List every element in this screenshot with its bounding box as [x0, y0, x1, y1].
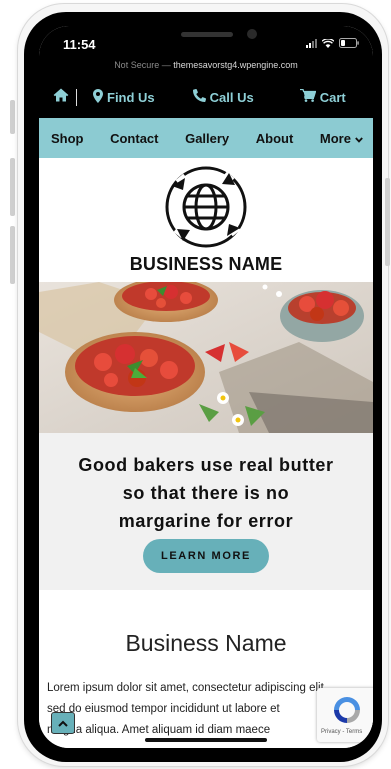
- nav-item-shop[interactable]: Shop: [51, 131, 84, 146]
- cart-icon: [299, 88, 317, 105]
- wifi-icon: [322, 38, 334, 48]
- phone-silent-switch: [10, 100, 15, 134]
- nav-more-label: More: [319, 130, 351, 146]
- phone-screen: 11:54 Not Secure — themesavorstg4.wpengi…: [39, 26, 373, 748]
- battery-icon: [339, 38, 359, 48]
- cart-label: Cart: [319, 89, 346, 105]
- notch: [111, 26, 301, 50]
- hero-tagline: Good bakers use real butter so that ther…: [49, 451, 363, 535]
- hero-tagline-section: Good bakers use real butter so that ther…: [39, 433, 373, 590]
- logo-area: BUSINESS NAME: [39, 158, 373, 282]
- learn-more-button[interactable]: LEARN MORE: [143, 539, 269, 573]
- nav-item-gallery[interactable]: Gallery: [185, 131, 229, 146]
- call-us-label: Call Us: [209, 89, 254, 105]
- status-bar: 11:54: [39, 26, 373, 54]
- nav-item-about[interactable]: About: [256, 131, 294, 146]
- globe-icon[interactable]: [163, 164, 249, 255]
- not-secure-label: Not Secure —: [114, 60, 171, 70]
- address-bar[interactable]: Not Secure — themesavorstg4.wpengine.com: [39, 54, 373, 76]
- top-action-bar: Find Us Call Us Cart: [39, 76, 373, 118]
- status-icons: [306, 38, 359, 48]
- phone-icon: [192, 88, 206, 105]
- main-nav: Shop Contact Gallery About More: [39, 118, 373, 158]
- url-domain: themesavorstg4.wpengine.com: [173, 60, 298, 70]
- find-us-label: Find Us: [107, 89, 155, 105]
- phone-power-button: [385, 178, 390, 266]
- status-time: 11:54: [63, 37, 96, 52]
- phone-volume-down: [10, 226, 15, 284]
- nav-item-contact[interactable]: Contact: [110, 131, 158, 146]
- recaptcha-icon: [331, 694, 363, 731]
- home-indicator[interactable]: [145, 738, 267, 742]
- home-separator: [75, 89, 77, 106]
- find-us-link[interactable]: Find Us: [93, 76, 155, 118]
- cart-link[interactable]: Cart: [299, 76, 346, 118]
- phone-volume-up: [10, 158, 15, 216]
- nav-item-more[interactable]: More: [320, 131, 363, 146]
- tagline-line-3: margarine for error: [118, 511, 294, 531]
- home-icon: [53, 88, 69, 107]
- hero-image-strawberry-tarts: [39, 282, 373, 433]
- map-marker-icon: [93, 88, 103, 106]
- scroll-to-top-button[interactable]: [51, 712, 75, 734]
- signal-icon: [306, 38, 317, 48]
- chevron-down-icon: [355, 131, 363, 146]
- recaptcha-terms[interactable]: Privacy - Terms: [321, 729, 362, 735]
- speaker-grille: [181, 32, 233, 37]
- call-us-link[interactable]: Call Us: [192, 76, 254, 118]
- about-title: Business Name: [125, 630, 287, 656]
- recaptcha-badge[interactable]: Privacy - Terms: [317, 688, 373, 742]
- tagline-line-2: so that there is no: [122, 483, 290, 503]
- logo-business-name: BUSINESS NAME: [129, 254, 283, 274]
- chevron-up-icon: [58, 714, 68, 732]
- home-link[interactable]: [39, 76, 77, 118]
- front-camera: [247, 29, 257, 39]
- tagline-line-1: Good bakers use real butter: [78, 455, 334, 475]
